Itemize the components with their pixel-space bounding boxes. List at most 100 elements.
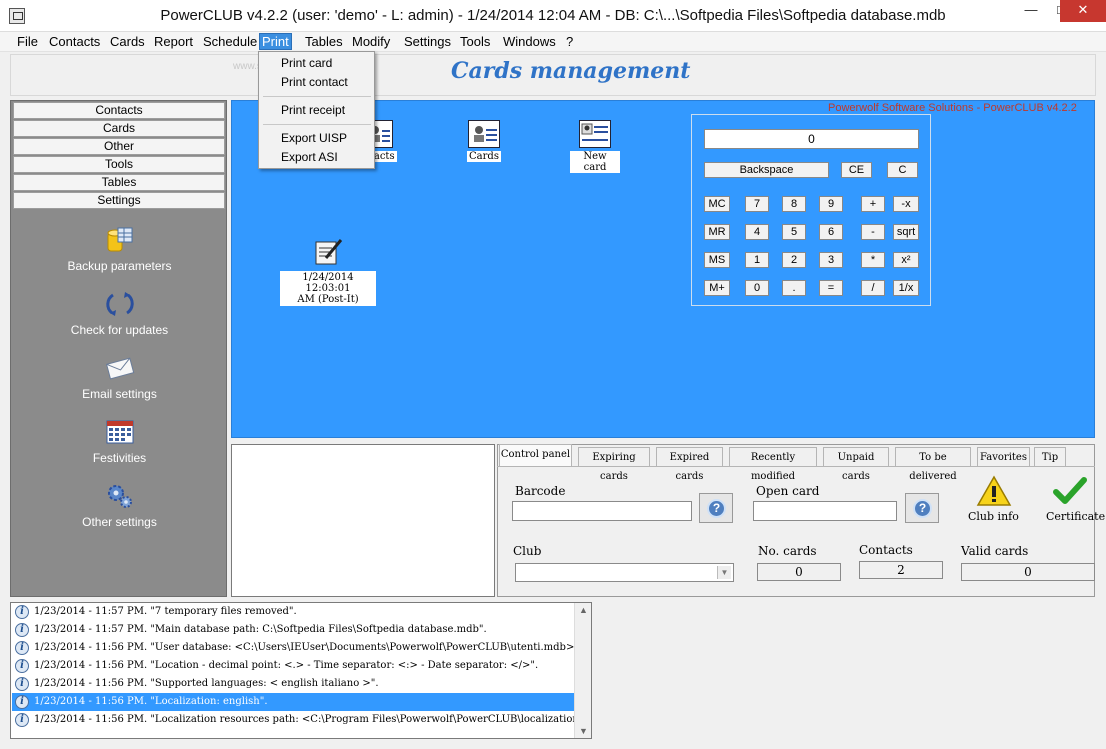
log-scrollbar[interactable]: ▲ ▼ xyxy=(574,603,591,738)
postit-label: 1/24/2014 12:03:01 AM (Post-It) xyxy=(280,271,376,306)
menu-file[interactable]: File xyxy=(15,34,40,49)
calc-9-button[interactable]: 9 xyxy=(819,196,843,212)
nav-contacts-button[interactable]: Contacts xyxy=(13,102,225,119)
log-entry[interactable]: i 1/23/2014 - 11:57 PM. "7 temporary file… xyxy=(12,603,575,621)
print-menu-dropdown: Print card Print contact Print receipt E… xyxy=(258,51,375,169)
club-info-button[interactable]: Club info xyxy=(968,475,1019,523)
left-navigation: Contacts Cards Other Tools Tables Settin… xyxy=(10,100,227,597)
calc-plus-button[interactable]: + xyxy=(861,196,885,212)
calc-4-button[interactable]: 4 xyxy=(745,224,769,240)
menu-settings[interactable]: Settings xyxy=(402,34,453,49)
desktop-new-card-shortcut[interactable]: New card xyxy=(570,120,620,173)
nav-cards-button[interactable]: Cards xyxy=(13,120,225,137)
print-receipt-item[interactable]: Print receipt xyxy=(281,103,345,117)
nav-tools-button[interactable]: Tools xyxy=(13,156,225,173)
tab-expiring-cards[interactable]: Expiring cards xyxy=(578,447,650,482)
certificate-button[interactable]: Certificate xyxy=(1046,475,1106,523)
calc-reciprocal-button[interactable]: 1/x xyxy=(893,280,919,296)
export-uisp-item[interactable]: Export UISP xyxy=(281,131,347,145)
export-asi-item[interactable]: Export ASI xyxy=(281,150,338,164)
calc-mc-button[interactable]: MC xyxy=(704,196,730,212)
menu-separator xyxy=(263,96,371,97)
backup-parameters-item[interactable]: Backup parameters xyxy=(11,225,228,273)
scroll-up-icon[interactable]: ▲ xyxy=(579,605,588,615)
menu-tools[interactable]: Tools xyxy=(458,34,492,49)
new-card-icon xyxy=(579,120,611,148)
calc-negate-button[interactable]: -x xyxy=(893,196,919,212)
tab-recently-modified[interactable]: Recently modified xyxy=(729,447,817,482)
tab-expired-cards[interactable]: Expired cards xyxy=(656,447,723,482)
open-card-help-button[interactable]: ? xyxy=(905,493,939,523)
scroll-down-icon[interactable]: ▼ xyxy=(579,726,588,736)
barcode-input[interactable] xyxy=(512,501,692,521)
desktop-cards-shortcut[interactable]: Cards xyxy=(462,120,506,162)
close-button[interactable]: ✕ xyxy=(1060,0,1106,22)
tab-tip[interactable]: Tip xyxy=(1034,447,1066,466)
club-select[interactable]: ▼ xyxy=(515,563,734,582)
info-icon: i xyxy=(15,641,29,655)
calc-8-button[interactable]: 8 xyxy=(782,196,806,212)
menu-tables[interactable]: Tables xyxy=(303,34,345,49)
nav-other-button[interactable]: Other xyxy=(13,138,225,155)
calc-7-button[interactable]: 7 xyxy=(745,196,769,212)
minimize-button[interactable]: — xyxy=(1016,0,1046,22)
nav-tables-button[interactable]: Tables xyxy=(13,174,225,191)
menu-modify[interactable]: Modify xyxy=(350,34,392,49)
calc-minus-button[interactable]: - xyxy=(861,224,885,240)
postit-note[interactable]: 1/24/2014 12:03:01 AM (Post-It) xyxy=(280,236,376,306)
club-label: Club xyxy=(513,544,542,558)
menu-help[interactable]: ? xyxy=(564,34,575,49)
tab-to-be-delivered[interactable]: To be delivered xyxy=(895,447,971,482)
calc-c-button[interactable]: C xyxy=(887,162,918,178)
chevron-down-icon[interactable]: ▼ xyxy=(717,566,731,579)
calc-equals-button[interactable]: = xyxy=(819,280,843,296)
log-entry[interactable]: i 1/23/2014 - 11:57 PM. "Main database pa… xyxy=(12,621,575,639)
calc-0-button[interactable]: 0 xyxy=(745,280,769,296)
calc-1-button[interactable]: 1 xyxy=(745,252,769,268)
email-settings-item[interactable]: Email settings xyxy=(11,353,228,401)
print-contact-item[interactable]: Print contact xyxy=(281,75,348,89)
postit-line1: 1/24/2014 12:03:01 xyxy=(302,272,354,294)
certificate-label: Certificate xyxy=(1046,510,1106,523)
log-entry[interactable]: i 1/23/2014 - 11:56 PM. "Location - decim… xyxy=(12,657,575,675)
calc-mr-button[interactable]: MR xyxy=(704,224,730,240)
tab-favorites[interactable]: Favorites xyxy=(977,447,1030,466)
menu-cards[interactable]: Cards xyxy=(108,34,147,49)
barcode-help-button[interactable]: ? xyxy=(699,493,733,523)
calc-2-button[interactable]: 2 xyxy=(782,252,806,268)
calc-6-button[interactable]: 6 xyxy=(819,224,843,240)
warning-icon xyxy=(976,475,1012,506)
menu-print[interactable]: Print xyxy=(259,33,292,50)
calc-5-button[interactable]: 5 xyxy=(782,224,806,240)
calc-multiply-button[interactable]: * xyxy=(861,252,885,268)
calc-ms-button[interactable]: MS xyxy=(704,252,730,268)
calc-3-button[interactable]: 3 xyxy=(819,252,843,268)
calc-sqrt-button[interactable]: sqrt xyxy=(893,224,919,240)
calc-backspace-button[interactable]: Backspace xyxy=(704,162,829,178)
calc-mplus-button[interactable]: M+ xyxy=(704,280,730,296)
menu-report[interactable]: Report xyxy=(152,34,195,49)
event-log: i 1/23/2014 - 11:57 PM. "7 temporary file… xyxy=(10,602,592,739)
log-entry[interactable]: i 1/23/2014 - 11:56 PM. "User database: <… xyxy=(12,639,582,657)
menu-schedule[interactable]: Schedule xyxy=(201,34,259,49)
tab-unpaid-cards[interactable]: Unpaid cards xyxy=(823,447,889,482)
log-entry-selected[interactable]: i 1/23/2014 - 11:56 PM. "Localization: en… xyxy=(12,693,575,711)
calc-square-button[interactable]: x² xyxy=(893,252,919,268)
other-settings-item[interactable]: Other settings xyxy=(11,481,228,529)
festivities-item[interactable]: Festivities xyxy=(11,417,228,465)
log-entry[interactable]: i 1/23/2014 - 11:56 PM. "Supported langua… xyxy=(12,675,575,693)
menu-windows[interactable]: Windows xyxy=(501,34,558,49)
check-for-updates-item[interactable]: Check for updates xyxy=(11,289,228,337)
calc-divide-button[interactable]: / xyxy=(861,280,885,296)
log-entry[interactable]: i 1/23/2014 - 11:56 PM. "Localization res… xyxy=(12,711,591,729)
menu-contacts[interactable]: Contacts xyxy=(47,34,102,49)
tab-control-panel[interactable]: Control panel xyxy=(499,444,572,466)
no-cards-label: No. cards xyxy=(758,544,817,558)
nav-settings-button[interactable]: Settings xyxy=(13,192,225,209)
calc-ce-button[interactable]: CE xyxy=(841,162,872,178)
open-card-input[interactable] xyxy=(753,501,897,521)
check-for-updates-label: Check for updates xyxy=(70,323,169,337)
postit-line2: AM (Post-It) xyxy=(297,294,359,305)
calc-decimal-button[interactable]: . xyxy=(782,280,806,296)
print-card-item[interactable]: Print card xyxy=(281,56,332,70)
